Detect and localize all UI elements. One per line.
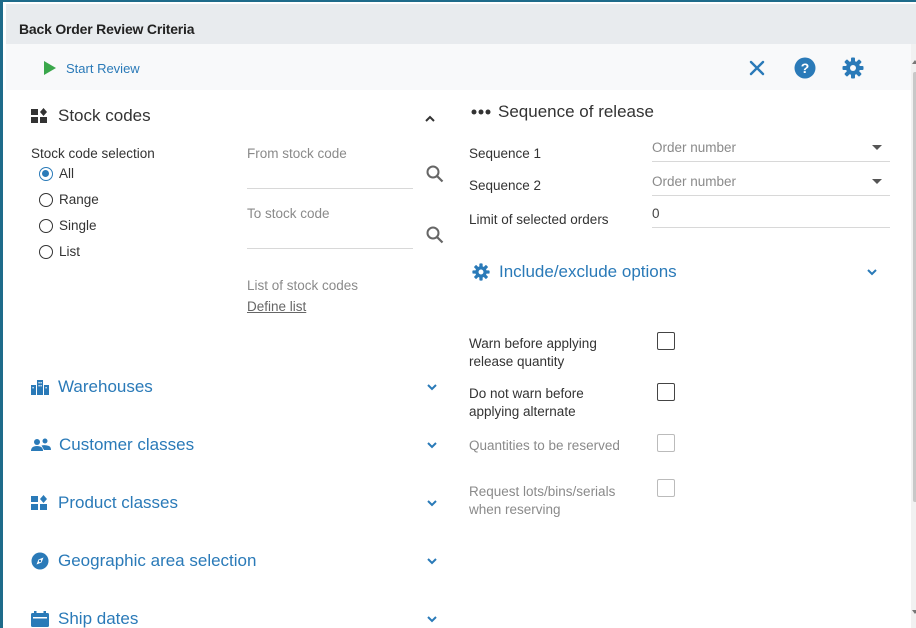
product-classes-icon <box>31 495 47 510</box>
stock-codes-icon <box>31 108 47 123</box>
warehouses-header[interactable]: Warehouses <box>31 377 153 397</box>
include-exclude-header[interactable]: Include/exclude options <box>472 262 677 282</box>
caret-down-icon <box>872 145 882 150</box>
no-warn-alternate-checkbox[interactable] <box>657 383 675 401</box>
quantities-reserved-checkbox[interactable] <box>657 434 675 452</box>
gear-icon <box>472 263 490 281</box>
request-lots-checkbox[interactable] <box>657 479 675 497</box>
quantities-reserved-label: Quantities to be reserved <box>469 438 620 453</box>
chevron-down-icon[interactable] <box>425 612 439 626</box>
radio-range[interactable]: Range <box>39 192 99 207</box>
more-icon <box>471 109 491 115</box>
sequence-2-value: Order number <box>652 174 737 189</box>
from-stock-code-input[interactable] <box>247 188 413 189</box>
gear-icon[interactable] <box>841 56 865 80</box>
radio-single[interactable]: Single <box>39 218 97 233</box>
warn-release-checkbox[interactable] <box>657 332 675 350</box>
chevron-up-icon[interactable] <box>423 112 437 126</box>
request-lots-label-line2: when reserving <box>469 502 561 517</box>
start-review-label: Start Review <box>66 60 140 76</box>
svg-text:?: ? <box>801 60 810 76</box>
no-warn-alternate-label-line1: Do not warn before <box>469 386 584 401</box>
to-stock-code-label: To stock code <box>247 206 330 221</box>
chevron-down-icon[interactable] <box>425 554 439 568</box>
toolbar: Start Review ? <box>6 44 911 90</box>
radio-single-circle <box>39 218 53 233</box>
radio-list-circle <box>39 244 53 259</box>
title-bar: Back Order Review Criteria <box>6 4 916 44</box>
warehouses-title: Warehouses <box>58 377 153 396</box>
geographic-area-title: Geographic area selection <box>58 551 257 570</box>
limit-of-selected-orders-input[interactable]: 0 <box>652 202 890 228</box>
sequence-2-select[interactable]: Order number <box>652 170 890 196</box>
sequence-1-select[interactable]: Order number <box>652 136 890 162</box>
ship-dates-header[interactable]: Ship dates <box>31 609 138 628</box>
radio-range-label: Range <box>59 192 99 207</box>
chevron-down-icon[interactable] <box>865 265 879 279</box>
dialog-frame: Back Order Review Criteria Start Review … <box>0 0 916 628</box>
search-icon[interactable] <box>426 226 444 244</box>
sequence-1-value: Order number <box>652 140 737 155</box>
warehouse-icon <box>31 380 49 395</box>
chevron-down-icon[interactable] <box>425 438 439 452</box>
window-title: Back Order Review Criteria <box>19 21 195 37</box>
no-warn-alternate-label-line2: applying alternate <box>469 404 576 419</box>
sequence-1-label: Sequence 1 <box>469 146 542 161</box>
sequence-2-label: Sequence 2 <box>469 178 542 193</box>
from-stock-code-label: From stock code <box>247 146 347 161</box>
chevron-down-icon[interactable] <box>425 380 439 394</box>
radio-all[interactable]: All <box>39 166 74 181</box>
caret-down-icon <box>872 179 882 184</box>
define-list-link[interactable]: Define list <box>247 299 306 314</box>
search-icon[interactable] <box>426 165 444 183</box>
scroll-down-icon[interactable] <box>912 610 916 614</box>
close-icon[interactable] <box>745 56 769 80</box>
include-exclude-title: Include/exclude options <box>499 262 677 281</box>
list-of-stock-codes-label: List of stock codes <box>247 278 359 293</box>
product-classes-header[interactable]: Product classes <box>31 493 178 513</box>
stock-code-selection-label: Stock code selection <box>31 146 155 161</box>
compass-icon <box>31 552 49 570</box>
start-review-button[interactable]: Start Review <box>44 59 140 77</box>
radio-list[interactable]: List <box>39 244 80 259</box>
radio-single-label: Single <box>59 218 97 233</box>
vertical-scrollbar[interactable] <box>911 44 916 628</box>
stock-codes-header[interactable]: Stock codes <box>31 106 151 126</box>
geographic-area-header[interactable]: Geographic area selection <box>31 551 256 571</box>
ship-dates-title: Ship dates <box>58 609 139 628</box>
limit-value: 0 <box>652 206 660 221</box>
customer-classes-title: Customer classes <box>59 435 195 454</box>
sequence-of-release-title: Sequence of release <box>498 102 654 121</box>
sequence-of-release-header: Sequence of release <box>471 102 654 122</box>
radio-all-label: All <box>59 166 75 181</box>
play-icon <box>44 61 56 75</box>
scroll-up-icon[interactable] <box>912 60 916 64</box>
calendar-icon <box>31 611 49 627</box>
radio-all-circle <box>39 166 53 181</box>
customer-classes-header[interactable]: Customer classes <box>31 435 194 455</box>
help-icon[interactable]: ? <box>793 56 817 80</box>
warn-release-label-line2: release quantity <box>469 354 565 369</box>
radio-range-circle <box>39 192 53 207</box>
warn-release-label-line1: Warn before applying <box>469 336 597 351</box>
customers-icon <box>31 438 51 451</box>
radio-list-label: List <box>59 244 81 259</box>
limit-of-selected-orders-label: Limit of selected orders <box>469 212 609 227</box>
stock-codes-title: Stock codes <box>58 106 151 125</box>
product-classes-title: Product classes <box>58 493 178 512</box>
to-stock-code-input[interactable] <box>247 248 413 249</box>
request-lots-label-line1: Request lots/bins/serials <box>469 484 616 499</box>
chevron-down-icon[interactable] <box>425 496 439 510</box>
